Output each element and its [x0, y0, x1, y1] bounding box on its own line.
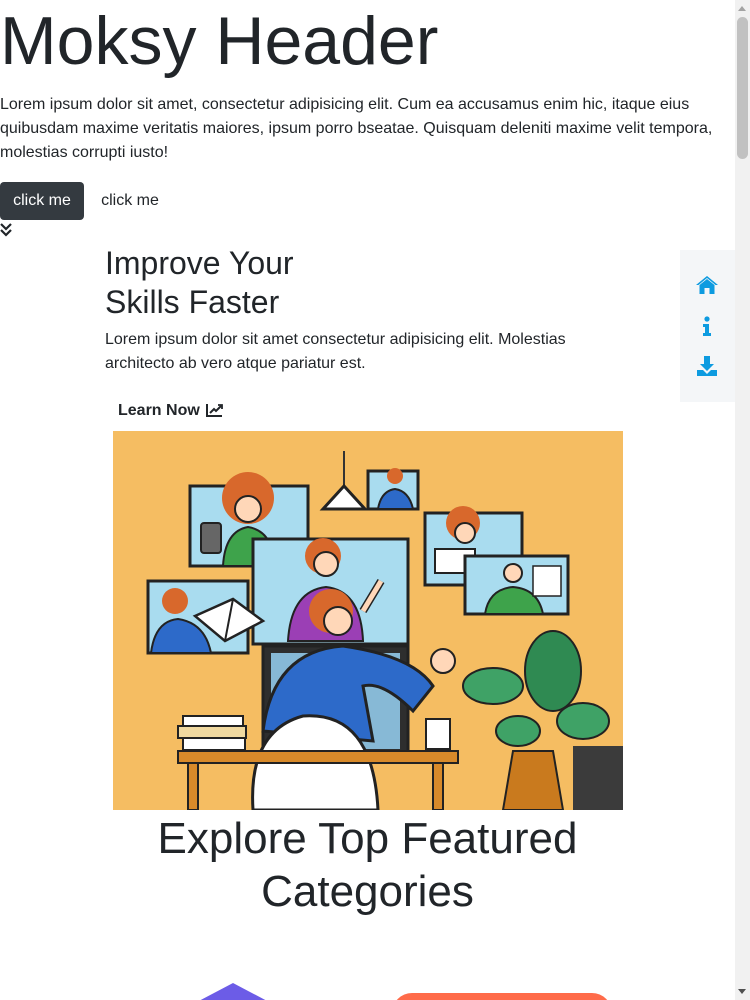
scrollbar-thumb[interactable] — [737, 17, 748, 159]
download-nav-item[interactable] — [694, 353, 720, 379]
angle-double-down-icon[interactable] — [0, 223, 12, 237]
info-nav-item[interactable] — [694, 313, 720, 339]
vertical-scrollbar[interactable] — [735, 0, 750, 1000]
online-learning-illustration — [113, 431, 623, 810]
page: Moksy Header Lorem ipsum dolor sit amet,… — [0, 0, 735, 1000]
learn-now-label: Learn Now — [118, 402, 200, 419]
skills-title-line-2: Skills Faster — [105, 284, 280, 320]
hero-title: Moksy Header — [0, 3, 439, 79]
chart-line-icon — [206, 404, 224, 417]
category-card-2[interactable] — [392, 993, 612, 1000]
categories-title: Explore Top Featured Categories — [157, 814, 578, 916]
hero-text: Lorem ipsum dolor sit amet, consectetur … — [0, 96, 713, 161]
side-nav — [680, 250, 735, 402]
skills-text: Lorem ipsum dolor sit amet consectetur a… — [105, 331, 566, 372]
skills-title-line-1: Improve Your — [105, 245, 294, 281]
secondary-click-button[interactable]: click me — [88, 182, 172, 220]
scroll-down-arrow-icon[interactable] — [738, 989, 746, 994]
learn-now-link[interactable]: Learn Now — [118, 401, 224, 421]
skills-title: Improve Your Skills Faster — [105, 244, 405, 322]
download-icon — [697, 356, 717, 376]
home-nav-item[interactable] — [694, 272, 720, 298]
home-icon — [696, 276, 718, 294]
category-card-1[interactable] — [195, 983, 271, 1000]
info-icon — [703, 316, 711, 336]
scroll-up-arrow-icon[interactable] — [738, 6, 746, 11]
primary-click-button[interactable]: click me — [0, 182, 84, 220]
illustration-art — [146, 451, 623, 810]
